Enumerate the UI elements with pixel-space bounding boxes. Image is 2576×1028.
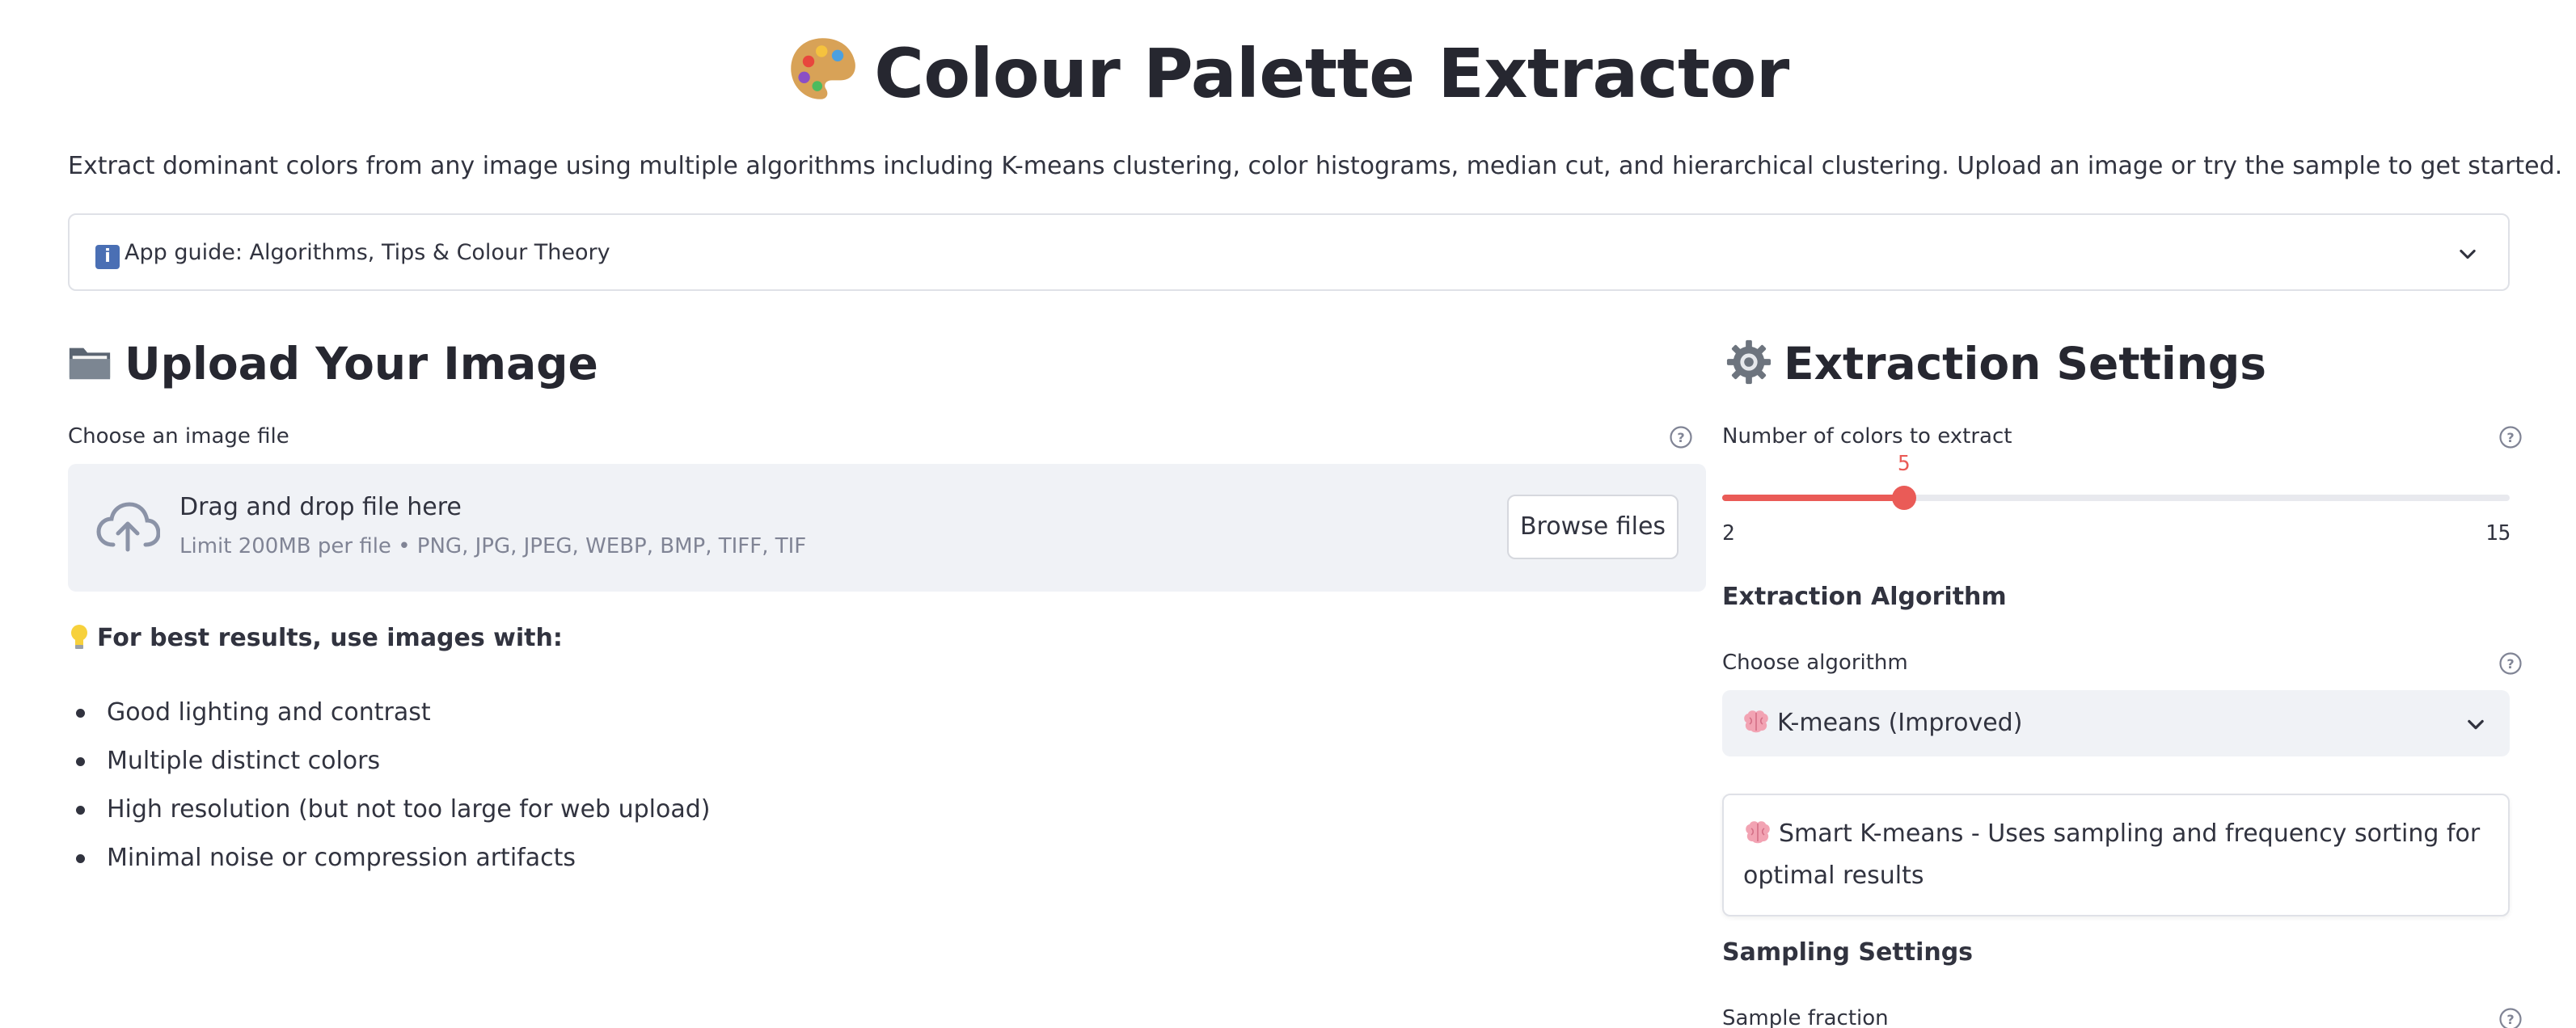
file-uploader-label: Choose an image file: [68, 424, 289, 449]
chevron-down-icon[interactable]: [2456, 242, 2479, 265]
help-icon[interactable]: ?: [2498, 1007, 2523, 1028]
app-guide-expander[interactable]: i App guide: Algorithms, Tips & Colour Th…: [68, 213, 2510, 291]
help-icon[interactable]: ?: [2498, 425, 2523, 449]
gear-icon: [1725, 338, 1772, 385]
app-guide-label: App guide: Algorithms, Tips & Colour The…: [125, 240, 610, 265]
tips-list: Good lighting and contrast Multiple dist…: [68, 689, 710, 883]
folder-icon: [66, 338, 113, 385]
tips-heading: For best results, use images with:: [68, 621, 563, 656]
lightbulb-icon: [68, 623, 91, 651]
help-icon[interactable]: ?: [1669, 425, 1693, 449]
upload-heading-text: Upload Your Image: [125, 338, 598, 390]
help-icon[interactable]: ?: [2498, 651, 2523, 676]
algorithm-heading: Extraction Algorithm: [1722, 583, 2007, 611]
slider-thumb[interactable]: [1891, 486, 1916, 510]
list-item: Multiple distinct colors: [68, 737, 710, 786]
page-title-text: Colour Palette Extractor: [874, 34, 1789, 113]
chevron-down-icon[interactable]: [2464, 713, 2487, 735]
svg-text:?: ?: [1677, 430, 1684, 445]
algorithm-info-box: Smart K-means - Uses sampling and freque…: [1722, 794, 2510, 916]
algorithm-info-row: Smart K-means - Uses sampling and freque…: [1743, 813, 2487, 897]
file-dropzone[interactable]: Drag and drop file here Limit 200MB per …: [68, 464, 1706, 592]
algorithm-select-value-row: K-means (Improved): [1742, 705, 2022, 742]
palette-icon: [787, 32, 859, 105]
browse-files-button[interactable]: Browse files: [1507, 495, 1679, 559]
settings-heading: Extraction Settings: [1725, 331, 2266, 396]
slider-value-label: 5: [1897, 452, 1911, 476]
intro-text: Extract dominant colors from any image u…: [68, 152, 2563, 180]
algorithm-info-text: Smart K-means - Uses sampling and freque…: [1743, 819, 2481, 890]
page-title: Colour Palette Extractor: [0, 29, 2576, 118]
list-item: Good lighting and contrast: [68, 689, 710, 737]
upload-heading: Upload Your Image: [66, 331, 598, 396]
cloud-upload-icon: [96, 502, 160, 552]
num-colors-label: Number of colors to extract: [1722, 424, 2012, 449]
algorithm-select-value: K-means (Improved): [1777, 709, 2023, 737]
tips-heading-text: For best results, use images with:: [97, 624, 563, 652]
list-item: Minimal noise or compression artifacts: [68, 834, 710, 883]
sample-fraction-label: Sample fraction: [1722, 1006, 1889, 1028]
app-guide-label-row: i App guide: Algorithms, Tips & Colour Th…: [95, 234, 610, 272]
brain-icon: [1743, 816, 1772, 844]
brain-icon: [1742, 708, 1771, 733]
slider-max-label: 15: [2485, 521, 2511, 546]
list-item: High resolution (but not too large for w…: [68, 786, 710, 834]
svg-text:?: ?: [2506, 1012, 2514, 1027]
dropzone-limit-text: Limit 200MB per file • PNG, JPG, JPEG, W…: [179, 534, 807, 558]
svg-text:?: ?: [2506, 656, 2514, 672]
sampling-heading: Sampling Settings: [1722, 938, 1974, 967]
slider-min-label: 2: [1722, 521, 1735, 546]
algorithm-select[interactable]: K-means (Improved): [1722, 690, 2510, 756]
num-colors-slider[interactable]: 5: [1722, 452, 2510, 510]
svg-text:?: ?: [2506, 430, 2514, 445]
settings-heading-text: Extraction Settings: [1784, 338, 2267, 390]
info-icon: i: [95, 245, 120, 269]
slider-fill: [1722, 495, 1904, 501]
dropzone-title: Drag and drop file here: [179, 493, 462, 521]
algorithm-label: Choose algorithm: [1722, 651, 1908, 675]
